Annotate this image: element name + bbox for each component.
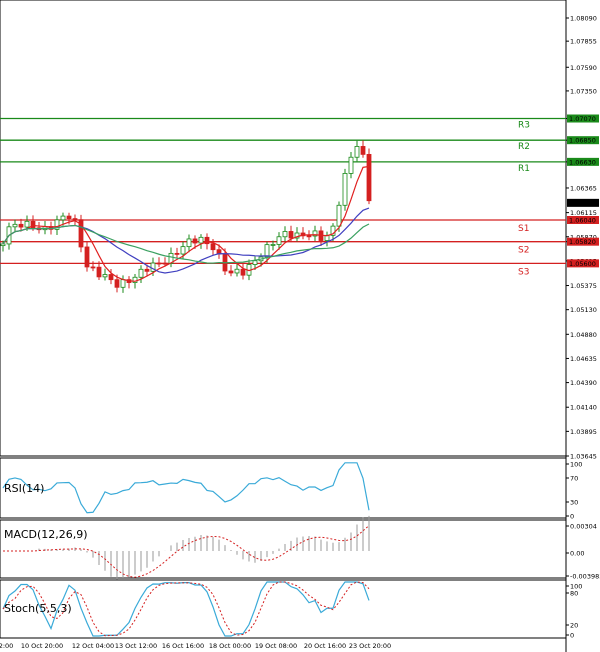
y-tick-label: 1.03645 bbox=[570, 453, 597, 461]
ma-slow-line bbox=[2, 223, 370, 264]
rsi-line bbox=[2, 462, 370, 514]
level-name-s3: S3 bbox=[518, 267, 529, 277]
level-price-label: 1.06630 bbox=[569, 158, 596, 166]
x-axis-label: 2:00 bbox=[0, 642, 13, 650]
level-name-r1: R1 bbox=[518, 164, 530, 174]
level-name-s2: S2 bbox=[518, 246, 529, 256]
y-tick-label: 1.04880 bbox=[570, 331, 597, 339]
indicator-name-1: MACD(12,26,9) bbox=[4, 528, 88, 541]
indicator-tick-label: 0.00 bbox=[570, 550, 584, 558]
x-axis-label: 10 Oct 20:00 bbox=[21, 642, 63, 650]
candle-body bbox=[366, 153, 372, 202]
candle-body bbox=[156, 262, 162, 265]
candle-body bbox=[270, 244, 276, 246]
level-price-label: 1.05820 bbox=[569, 238, 596, 246]
indicator-panel-frame bbox=[0, 579, 567, 639]
x-axis-label: 12 Oct 04:00 bbox=[72, 642, 114, 650]
y-tick-label: 1.07590 bbox=[570, 64, 597, 72]
candle-body bbox=[138, 268, 144, 278]
y-tick-label: 1.06365 bbox=[570, 184, 597, 192]
x-axis-label: 13 Oct 12:00 bbox=[115, 642, 157, 650]
candle-body bbox=[210, 243, 216, 251]
y-tick-label: 1.03895 bbox=[570, 428, 597, 436]
indicator-tick-label: 0.00304 bbox=[570, 523, 597, 531]
candle-body bbox=[120, 279, 126, 288]
candle-body bbox=[102, 274, 108, 278]
y-tick-label: 1.08090 bbox=[570, 15, 597, 23]
y-tick-label: 1.07350 bbox=[570, 87, 597, 95]
candle-body bbox=[234, 268, 240, 274]
candle-body bbox=[282, 231, 288, 238]
indicator-tick-label: 100 bbox=[570, 461, 582, 469]
indicator-tick-label: 70 bbox=[570, 475, 578, 483]
y-tick-label: 1.04390 bbox=[570, 379, 597, 387]
indicator-tick-label: 30 bbox=[570, 499, 578, 507]
candle-body bbox=[186, 238, 192, 248]
y-tick-label: 1.04635 bbox=[570, 355, 597, 363]
candle-body bbox=[18, 223, 24, 228]
indicator-name-0: RSI(14) bbox=[4, 482, 44, 495]
candle-body bbox=[336, 204, 342, 227]
level-price-label: 1.06040 bbox=[569, 217, 596, 225]
x-axis-label: 16 Oct 16:00 bbox=[162, 642, 204, 650]
candle-body bbox=[348, 156, 354, 174]
candle-body bbox=[228, 270, 234, 274]
current-price-label: 1.06214 bbox=[569, 199, 596, 207]
candle-body bbox=[240, 268, 246, 276]
candle-body bbox=[114, 279, 120, 288]
candle-body bbox=[252, 260, 258, 265]
indicator-tick-label: 20 bbox=[570, 622, 578, 630]
candle-body bbox=[354, 146, 360, 158]
candle-body bbox=[180, 246, 186, 255]
candle-body bbox=[342, 173, 348, 206]
y-tick-label: 1.05130 bbox=[570, 306, 597, 314]
indicator-name-2: Stoch(5,5,3) bbox=[4, 602, 72, 615]
x-axis-label: 19 Oct 08:00 bbox=[255, 642, 297, 650]
candle-body bbox=[276, 236, 282, 245]
candle-body bbox=[84, 246, 90, 268]
candle-body bbox=[66, 215, 72, 219]
indicator-tick-label: -0.003983 bbox=[570, 573, 600, 581]
indicator-tick-label: 80 bbox=[570, 590, 578, 598]
candle-body bbox=[90, 266, 96, 269]
candle-body bbox=[96, 266, 102, 278]
candle-body bbox=[24, 220, 30, 228]
level-price-label: 1.05600 bbox=[569, 260, 596, 268]
candle-body bbox=[198, 236, 204, 244]
level-name-r2: R2 bbox=[518, 142, 530, 152]
candle-body bbox=[108, 274, 114, 281]
candle-body bbox=[174, 252, 180, 255]
candle-body bbox=[360, 146, 366, 155]
level-price-label: 1.06850 bbox=[569, 137, 596, 145]
x-axis-label: 20 Oct 16:00 bbox=[304, 642, 346, 650]
candle-body bbox=[264, 244, 270, 258]
y-tick-label: 1.04140 bbox=[570, 404, 597, 412]
level-name-r3: R3 bbox=[518, 121, 530, 131]
candle-body bbox=[162, 262, 168, 265]
y-tick-label: 1.05375 bbox=[570, 282, 597, 290]
candle-body bbox=[288, 231, 294, 239]
candle-body bbox=[72, 218, 78, 221]
y-tick-label: 1.07855 bbox=[570, 38, 597, 46]
x-axis-label: 18 Oct 00:00 bbox=[209, 642, 251, 650]
level-price-label: 1.07070 bbox=[569, 115, 596, 123]
indicator-tick-label: 0 bbox=[570, 632, 574, 640]
candle-body bbox=[306, 235, 312, 238]
forex-chart: 1.08090 1.07855 1.07590 1.07350 1.07070 1.068… bbox=[0, 0, 600, 652]
candle-body bbox=[60, 215, 66, 221]
candle-body bbox=[144, 268, 150, 272]
candle-body bbox=[12, 223, 18, 228]
candle-body bbox=[0, 243, 6, 247]
candle-body bbox=[192, 238, 198, 244]
x-axis-label: 23 Oct 20:00 bbox=[349, 642, 391, 650]
indicator-tick-label: 0 bbox=[570, 513, 574, 521]
level-name-s1: S1 bbox=[518, 224, 529, 234]
